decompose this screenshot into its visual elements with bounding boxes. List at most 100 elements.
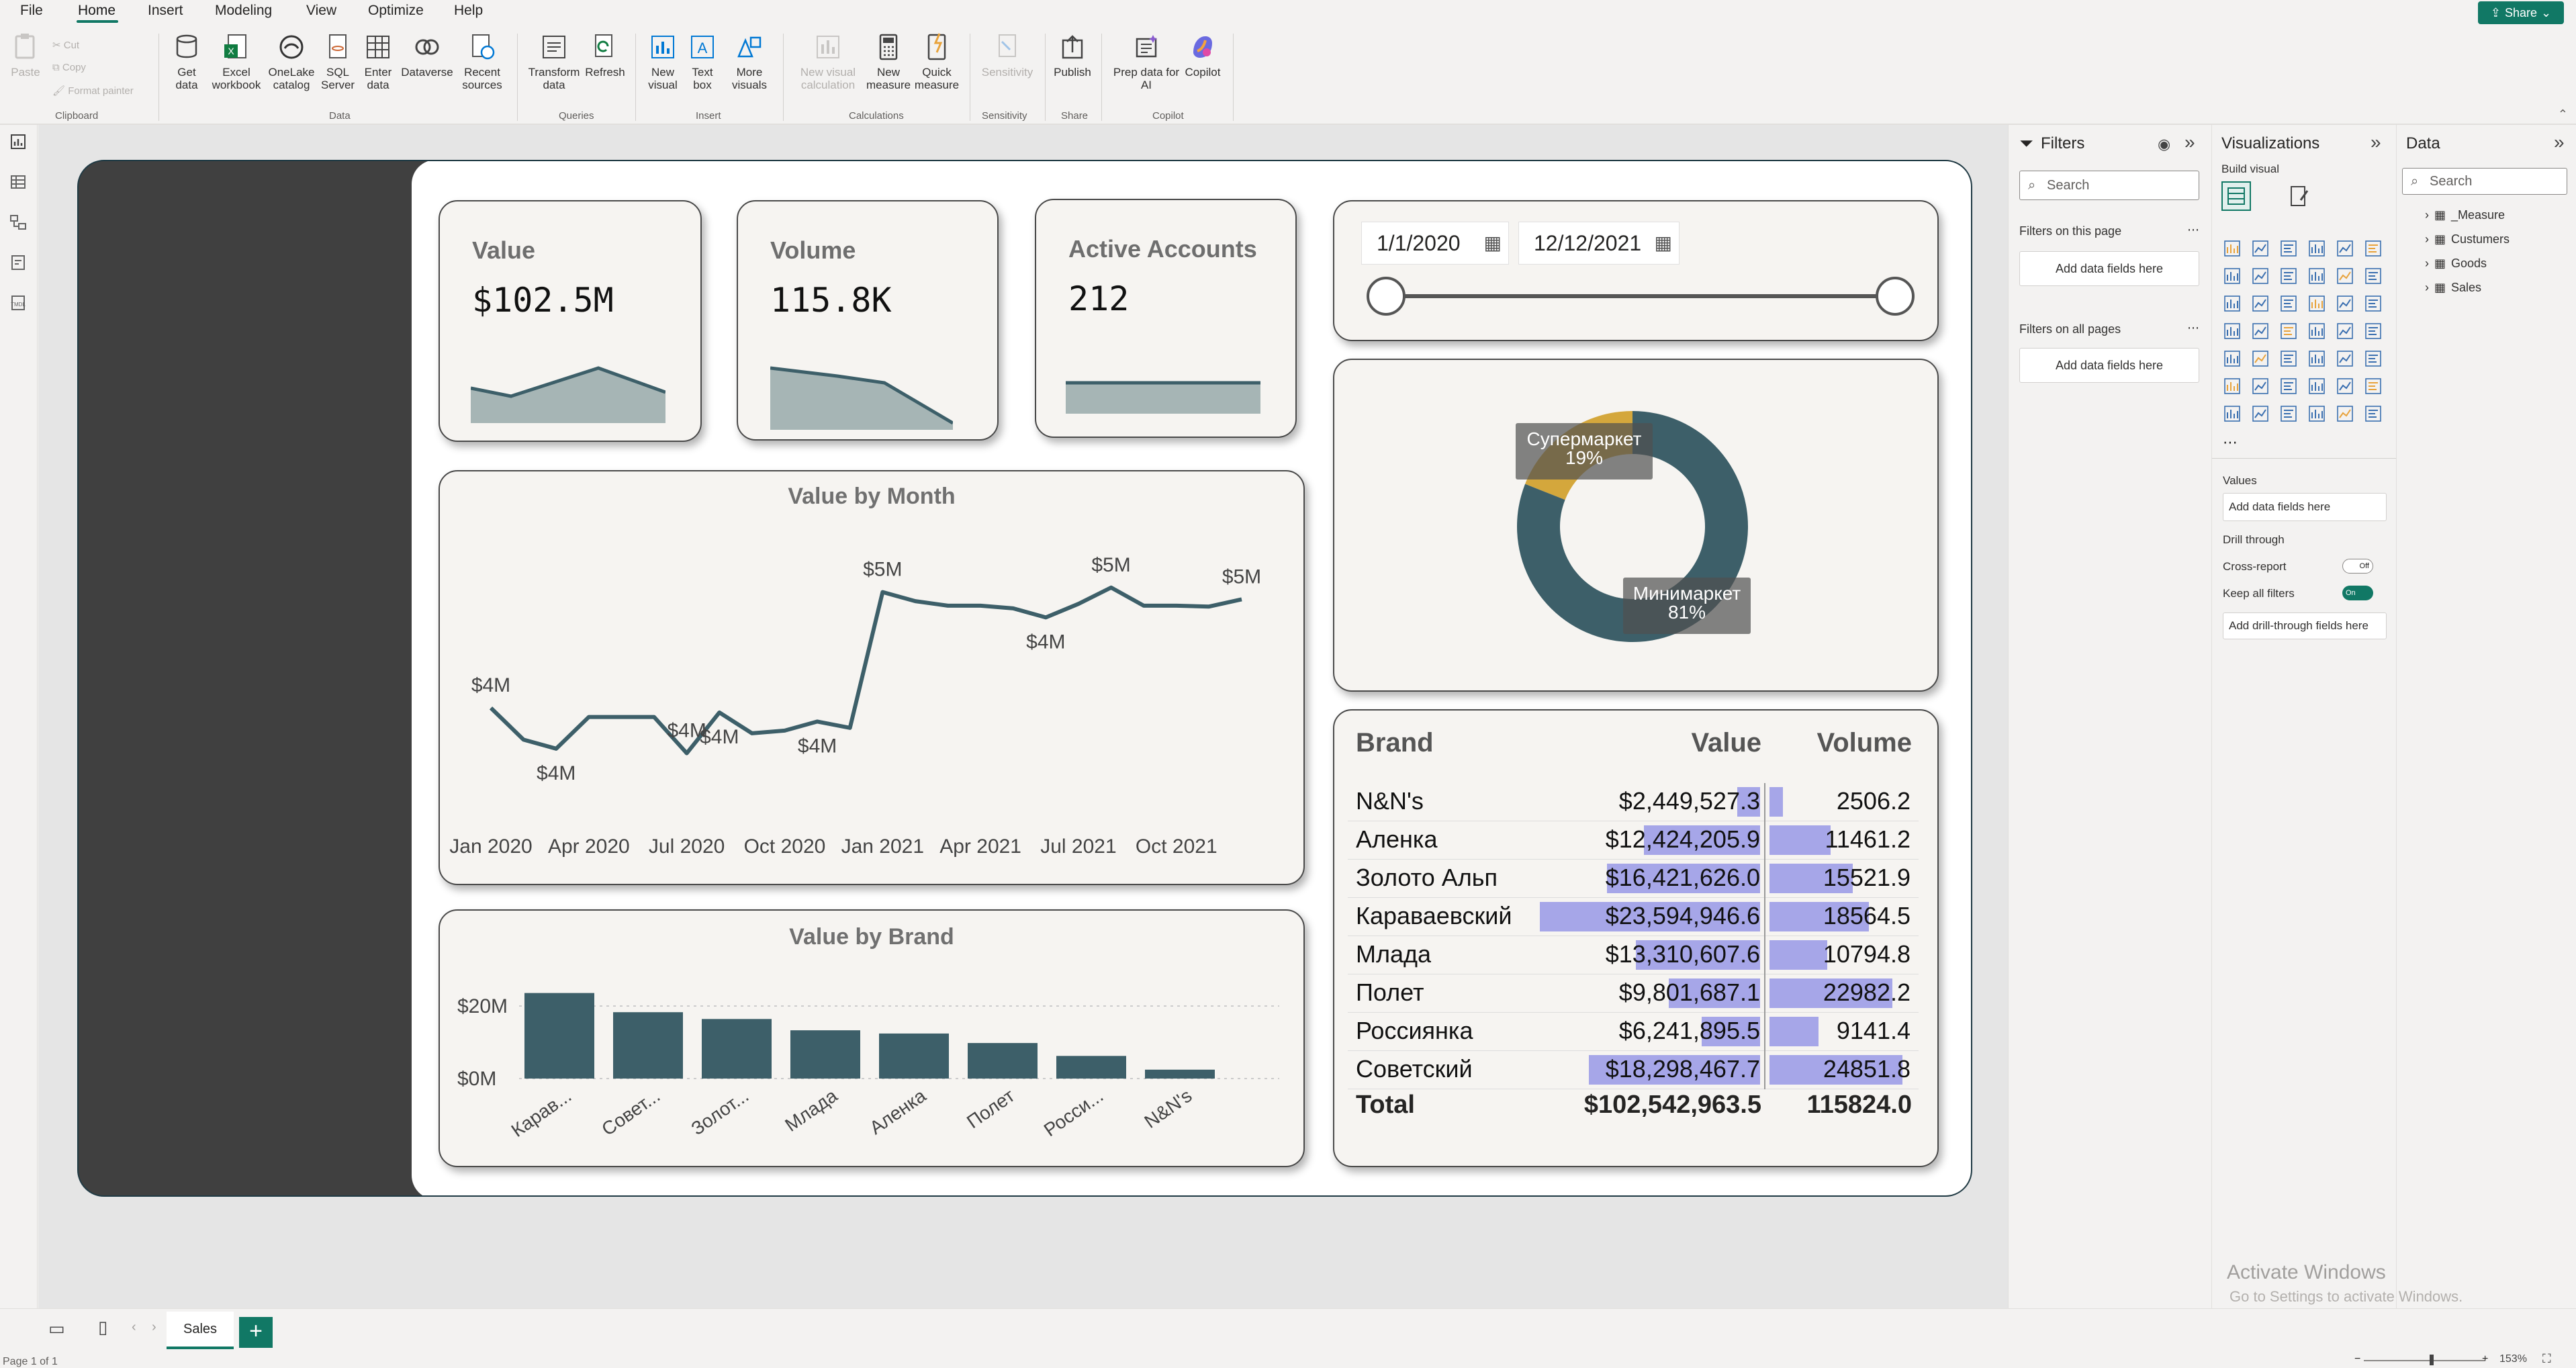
power-apps-visual-icon[interactable] <box>2223 404 2242 423</box>
refresh-button[interactable]: Refresh <box>583 32 627 79</box>
table-row[interactable]: Советский $18,298,467.7 24851.8 <box>1348 1051 1919 1089</box>
prep-data-for-ai-button[interactable]: Prep data for AI <box>1109 32 1183 91</box>
zoom-slider-handle[interactable] <box>2430 1355 2434 1365</box>
dataverse-button[interactable]: Dataverse <box>399 32 455 79</box>
format-painter-button[interactable]: 🖌 Format painter <box>52 85 134 97</box>
donut-chart[interactable]: Супермаркет 19% Минимаркет 81% <box>1333 359 1939 692</box>
table-row[interactable]: Россиянка $6,241,895.5 9141.4 <box>1348 1013 1919 1051</box>
data-search-input[interactable]: ⌕ Search <box>2402 168 2567 195</box>
custom-visual-icon[interactable] <box>2364 404 2383 423</box>
more-visual-icon[interactable] <box>2307 404 2326 423</box>
get-data-button[interactable]: Get data <box>165 32 208 91</box>
line-visual-icon[interactable] <box>2223 267 2242 285</box>
sql-server-button[interactable]: SQL Server <box>321 32 355 91</box>
slider-track[interactable] <box>1385 294 1897 298</box>
tmdl-view-icon[interactable]: TMDL <box>9 294 27 312</box>
next-page-icon[interactable]: › <box>152 1320 156 1335</box>
paste-button[interactable]: Paste <box>7 32 44 79</box>
gauge-visual-icon[interactable] <box>2336 322 2354 340</box>
cross-report-toggle[interactable]: Off <box>2342 559 2373 574</box>
scatter-alt-visual-icon[interactable] <box>2279 294 2298 313</box>
paginated-visual-icon[interactable] <box>2364 377 2383 396</box>
values-dropzone[interactable]: Add data fields here <box>2223 493 2387 521</box>
table-row[interactable]: Аленка $12,424,205.9 11461.2 <box>1348 821 1919 860</box>
slider-start-handle[interactable] <box>1367 277 1406 316</box>
slider-end-handle[interactable] <box>1876 277 1915 316</box>
table-sales[interactable]: › ▦ Sales <box>2425 281 2481 295</box>
kpi-card-active-accounts[interactable]: Active Accounts 212 <box>1035 199 1297 438</box>
start-date-input[interactable]: 1/1/2020 ▦ <box>1361 222 1509 265</box>
menu-modeling[interactable]: Modeling <box>215 3 272 19</box>
goals-visual-icon[interactable] <box>2279 404 2298 423</box>
column-header-value[interactable]: Value <box>1691 728 1761 758</box>
key-influencers-visual-icon[interactable] <box>2251 377 2270 396</box>
menu-view[interactable]: View <box>306 3 336 19</box>
menu-file[interactable]: File <box>20 3 43 19</box>
decomposition-visual-icon[interactable] <box>2279 377 2298 396</box>
report-view-icon[interactable] <box>9 133 27 150</box>
menu-home[interactable]: Home <box>78 3 116 19</box>
page-tab-sales[interactable]: Sales <box>167 1312 234 1349</box>
brand-table[interactable]: Brand Value Volume N&N's $2,449,527.3 2506… <box>1333 709 1939 1167</box>
table-goods[interactable]: › ▦ Goods <box>2425 257 2487 271</box>
table-row[interactable]: N&N's $2,449,527.3 2506.2 <box>1348 783 1919 821</box>
calendar-icon[interactable]: ▦ <box>1655 222 1672 264</box>
enter-data-button[interactable]: Enter data <box>359 32 398 91</box>
kpi-card-value[interactable]: Value $102.5M <box>439 200 702 442</box>
table-row[interactable]: Млада $13,310,607.6 10794.8 <box>1348 936 1919 974</box>
date-slicer[interactable]: 1/1/2020 ▦ 12/12/2021 ▦ <box>1333 200 1939 341</box>
slicer-visual-icon[interactable] <box>2279 349 2298 368</box>
more-options-icon[interactable]: ⋯ <box>2187 223 2199 237</box>
table-custumers[interactable]: › ▦ Custumers <box>2425 232 2510 246</box>
pie-visual-icon[interactable] <box>2336 294 2354 313</box>
100-column-visual-icon[interactable] <box>2364 239 2383 258</box>
share-button[interactable]: ⇪ Share ⌄ <box>2478 1 2564 24</box>
menu-help[interactable]: Help <box>454 3 483 19</box>
transform-data-button[interactable]: Transform data <box>525 32 583 91</box>
map-visual-icon[interactable] <box>2251 322 2270 340</box>
collapse-pane-icon[interactable]: » <box>2184 132 2195 153</box>
table-row[interactable]: Караваевский $23,594,946.6 18564.5 <box>1348 898 1919 936</box>
filters-on-all-dropzone[interactable]: Add data fields here <box>2019 348 2199 383</box>
narrative-visual-icon[interactable] <box>2336 377 2354 396</box>
calendar-icon[interactable]: ▦ <box>1484 222 1502 264</box>
column-header-brand[interactable]: Brand <box>1356 728 1434 758</box>
azure-map-visual-icon[interactable] <box>2307 322 2326 340</box>
add-page-button[interactable]: + <box>239 1317 273 1348</box>
new-visual-calculation-button[interactable]: New visual calculation <box>792 32 864 91</box>
donut-visual-icon[interactable] <box>2364 294 2383 313</box>
desktop-layout-icon[interactable]: ▭ <box>48 1318 65 1339</box>
100-bar-visual-icon[interactable] <box>2336 239 2354 258</box>
matrix-visual-icon[interactable] <box>2336 349 2354 368</box>
filters-search-input[interactable]: ⌕ Search <box>2019 171 2199 200</box>
new-visual-button[interactable]: New visual <box>643 32 682 91</box>
copilot-button[interactable]: Copilot <box>1179 32 1226 79</box>
fit-to-page-icon[interactable]: ⛶ <box>2542 1352 2551 1366</box>
collapse-ribbon-icon[interactable]: ⌃ <box>2558 107 2568 122</box>
treemap-visual-icon[interactable] <box>2223 322 2242 340</box>
new-measure-button[interactable]: New measure <box>866 32 911 91</box>
model-view-icon[interactable] <box>9 214 27 231</box>
dax-query-view-icon[interactable] <box>9 254 27 271</box>
zoom-out-icon[interactable]: − <box>2354 1353 2360 1365</box>
kpi-card-volume[interactable]: Volume 115.8K <box>737 200 999 441</box>
table-view-icon[interactable] <box>9 173 27 191</box>
filters-on-page-dropzone[interactable]: Add data fields here <box>2019 251 2199 286</box>
excel-workbook-button[interactable]: X Excel workbook <box>210 32 263 91</box>
table-row[interactable]: Золото Альп $16,421,626.0 15521.9 <box>1348 860 1919 898</box>
publish-button[interactable]: Publish <box>1052 32 1093 79</box>
keep-all-filters-toggle[interactable]: On <box>2342 586 2373 600</box>
line-clustered-visual-icon[interactable] <box>2251 294 2270 313</box>
sensitivity-button[interactable]: Sensitivity <box>976 32 1038 79</box>
filled-map-visual-icon[interactable] <box>2279 322 2298 340</box>
quick-measure-button[interactable]: Quick measure <box>913 32 960 91</box>
arcgis-visual-icon[interactable] <box>2336 404 2354 423</box>
line-column-visual-icon[interactable] <box>2223 294 2242 313</box>
text-box-button[interactable]: A Text box <box>684 32 721 91</box>
format-visual-tab-icon[interactable] <box>2286 183 2313 210</box>
onelake-catalog-button[interactable]: OneLake catalog <box>265 32 318 91</box>
area-visual-icon[interactable] <box>2251 267 2270 285</box>
kpi-visual-icon[interactable] <box>2251 349 2270 368</box>
end-date-input[interactable]: 12/12/2021 ▦ <box>1518 222 1680 265</box>
recent-sources-button[interactable]: Recent sources <box>457 32 508 91</box>
